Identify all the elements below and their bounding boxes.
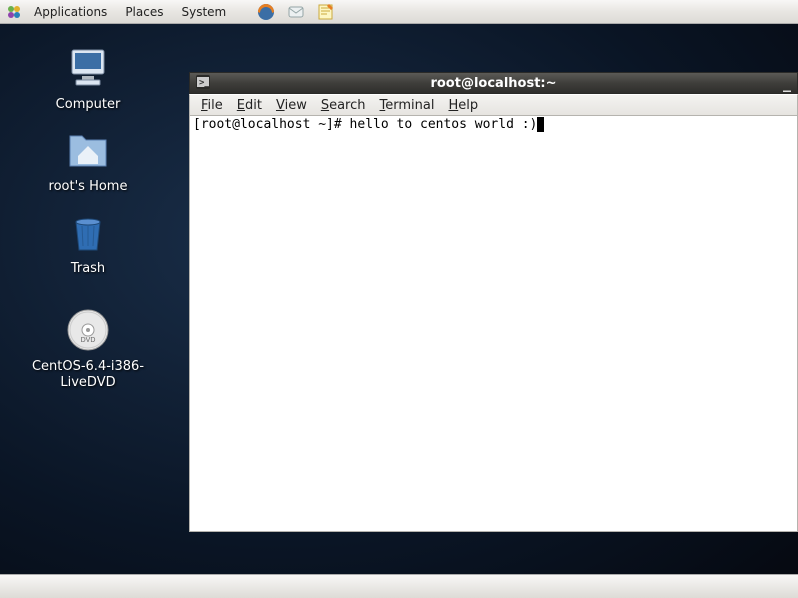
svg-text:DVD: DVD [81, 337, 96, 344]
terminal-titlebar-icon: >_ [196, 75, 210, 92]
dvd-label: CentOS-6.4-i386-LiveDVD [28, 359, 148, 392]
minimize-button[interactable]: _ [783, 77, 791, 89]
menu-terminal[interactable]: Terminal [373, 96, 442, 115]
top-panel: Applications Places System [0, 0, 798, 24]
menu-file[interactable]: File [194, 96, 230, 115]
computer-icon[interactable]: Computer [28, 44, 148, 113]
menu-system[interactable]: System [173, 3, 234, 21]
trash-icon[interactable]: Trash [28, 208, 148, 277]
bottom-panel[interactable] [0, 574, 798, 598]
terminal-window: >_ root@localhost:~ _ File Edit View Sea… [189, 72, 798, 532]
terminal-area[interactable]: [root@localhost ~]# hello to centos worl… [189, 116, 798, 532]
window-titlebar[interactable]: >_ root@localhost:~ _ [189, 72, 798, 94]
dvd-icon[interactable]: DVD CentOS-6.4-i386-LiveDVD [28, 306, 148, 392]
menu-search[interactable]: Search [314, 96, 373, 115]
mail-icon[interactable] [282, 3, 310, 21]
firefox-icon[interactable] [252, 3, 280, 21]
menu-applications[interactable]: Applications [26, 3, 115, 21]
menu-places[interactable]: Places [117, 3, 171, 21]
computer-label: Computer [56, 97, 121, 113]
trash-label: Trash [71, 261, 105, 277]
notes-icon[interactable] [312, 3, 340, 21]
window-menubar: File Edit View Search Terminal Help [189, 94, 798, 116]
home-folder-icon[interactable]: root's Home [28, 126, 148, 195]
svg-text:>_: >_ [199, 78, 210, 88]
window-title: root@localhost:~ [190, 76, 797, 91]
home-folder-label: root's Home [49, 179, 128, 195]
distro-icon[interactable] [4, 2, 24, 22]
terminal-prompt: [root@localhost ~]# [193, 117, 350, 132]
menu-help[interactable]: Help [441, 96, 485, 115]
terminal-cursor [537, 117, 544, 132]
terminal-input: hello to centos world :) [350, 117, 538, 132]
menu-edit[interactable]: Edit [230, 96, 269, 115]
menu-view[interactable]: View [269, 96, 314, 115]
